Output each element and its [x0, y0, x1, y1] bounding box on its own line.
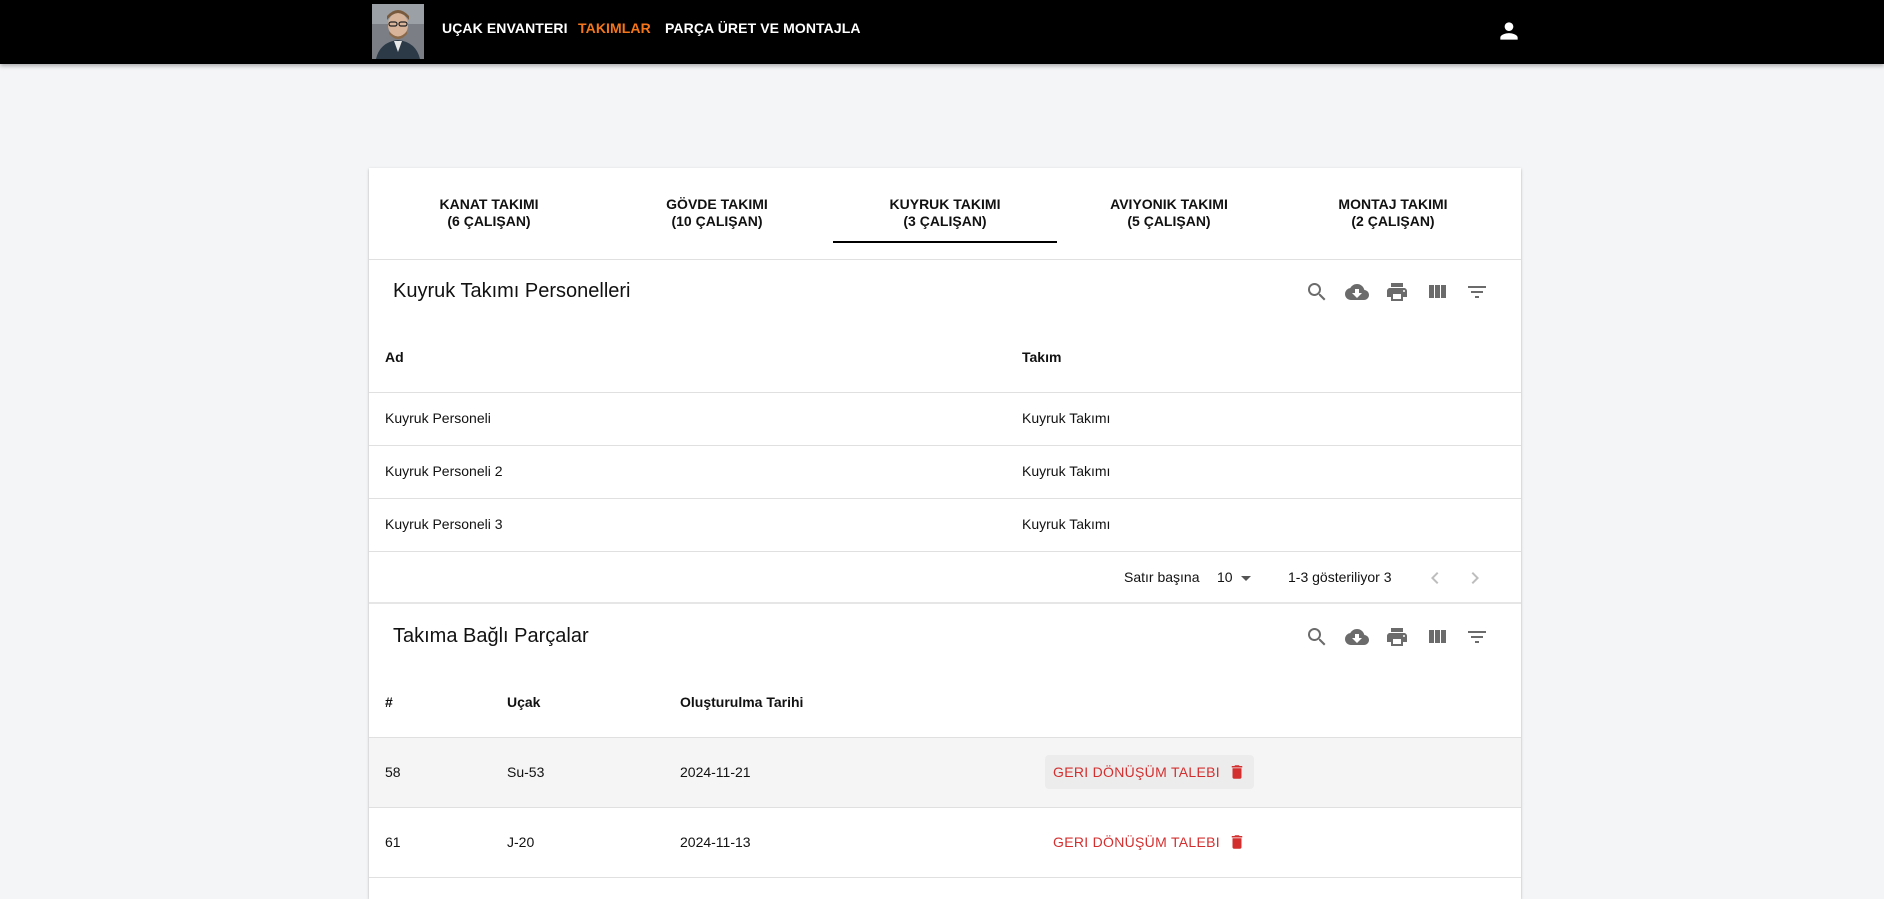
print-icon[interactable] — [1385, 280, 1409, 304]
search-icon[interactable] — [1305, 625, 1329, 649]
column-header-aircraft[interactable]: Uçak — [507, 694, 540, 710]
tab-avionics-team[interactable]: AVIYONIK TAKIMI (5 ÇALIŞAN) — [1057, 196, 1281, 230]
chevron-down-icon — [1240, 575, 1251, 581]
personnel-table-title: Kuyruk Takımı Personelleri — [393, 280, 631, 302]
columns-icon[interactable] — [1425, 625, 1449, 649]
tab-assembly-team[interactable]: MONTAJ TAKIMI (2 ÇALIŞAN) — [1281, 196, 1505, 230]
recycle-request-button[interactable]: GERI DÖNÜŞÜM TALEBI — [1045, 825, 1254, 859]
divider — [369, 807, 1521, 808]
delete-icon — [1231, 765, 1243, 779]
column-header-id[interactable]: # — [385, 694, 393, 710]
delete-icon — [1231, 835, 1243, 849]
part-aircraft-cell: Su-53 — [507, 764, 545, 780]
account-icon[interactable] — [1496, 18, 1522, 44]
avatar[interactable] — [372, 4, 424, 59]
column-header-created-date[interactable]: Oluşturulma Tarihi — [680, 694, 803, 710]
personnel-team-cell: Kuyruk Takımı — [1022, 410, 1111, 426]
divider — [369, 551, 1521, 552]
divider — [369, 877, 1521, 878]
pagination-range: 1-3 gösteriliyor 3 — [1288, 569, 1392, 585]
nav-produce-assemble[interactable]: PARÇA ÜRET VE MONTAJLA — [665, 20, 861, 36]
part-date-cell: 2024-11-13 — [680, 834, 751, 850]
download-icon[interactable] — [1345, 280, 1369, 304]
tab-tail-team[interactable]: KUYRUK TAKIMI (3 ÇALIŞAN) — [833, 196, 1057, 230]
divider — [369, 445, 1521, 446]
print-icon[interactable] — [1385, 625, 1409, 649]
divider — [369, 392, 1521, 393]
divider — [369, 498, 1521, 499]
tab-wing-team[interactable]: KANAT TAKIMI (6 ÇALIŞAN) — [377, 196, 601, 230]
personnel-team-cell: Kuyruk Takımı — [1022, 463, 1111, 479]
tab-fuselage-team[interactable]: GÖVDE TAKIMI (10 ÇALIŞAN) — [605, 196, 829, 230]
recycle-request-button[interactable]: GERI DÖNÜŞÜM TALEBI — [1045, 755, 1254, 789]
personnel-name-cell: Kuyruk Personeli 3 — [385, 516, 503, 532]
part-id-cell: 61 — [385, 834, 401, 850]
part-id-cell: 58 — [385, 764, 401, 780]
download-icon[interactable] — [1345, 625, 1369, 649]
active-tab-indicator — [833, 241, 1057, 243]
filter-icon[interactable] — [1465, 280, 1489, 304]
columns-icon[interactable] — [1425, 280, 1449, 304]
top-navbar: UÇAK ENVANTERI TAKIMLAR PARÇA ÜRET VE MO… — [0, 0, 1884, 64]
nav-teams[interactable]: TAKIMLAR — [578, 20, 651, 36]
parts-table-title: Takıma Bağlı Parçalar — [393, 625, 589, 647]
filter-icon[interactable] — [1465, 625, 1489, 649]
column-header-team[interactable]: Takım — [1022, 349, 1061, 365]
search-icon[interactable] — [1305, 280, 1329, 304]
next-page-icon[interactable] — [1463, 566, 1487, 590]
previous-page-icon[interactable] — [1423, 566, 1447, 590]
personnel-team-cell: Kuyruk Takımı — [1022, 516, 1111, 532]
teams-card: KANAT TAKIMI (6 ÇALIŞAN) GÖVDE TAKIMI (1… — [369, 168, 1521, 899]
column-header-name[interactable]: Ad — [385, 349, 404, 365]
part-aircraft-cell: J-20 — [507, 834, 535, 850]
part-date-cell: 2024-11-21 — [680, 764, 751, 780]
rows-per-page-label: Satır başına — [1124, 569, 1200, 585]
nav-aircraft-inventory[interactable]: UÇAK ENVANTERI — [442, 20, 568, 36]
rows-per-page-select[interactable]: 10 — [1217, 569, 1251, 585]
team-tabs: KANAT TAKIMI (6 ÇALIŞAN) GÖVDE TAKIMI (1… — [369, 168, 1521, 260]
section-divider — [369, 602, 1521, 604]
personnel-name-cell: Kuyruk Personeli 2 — [385, 463, 503, 479]
personnel-name-cell: Kuyruk Personeli — [385, 410, 491, 426]
